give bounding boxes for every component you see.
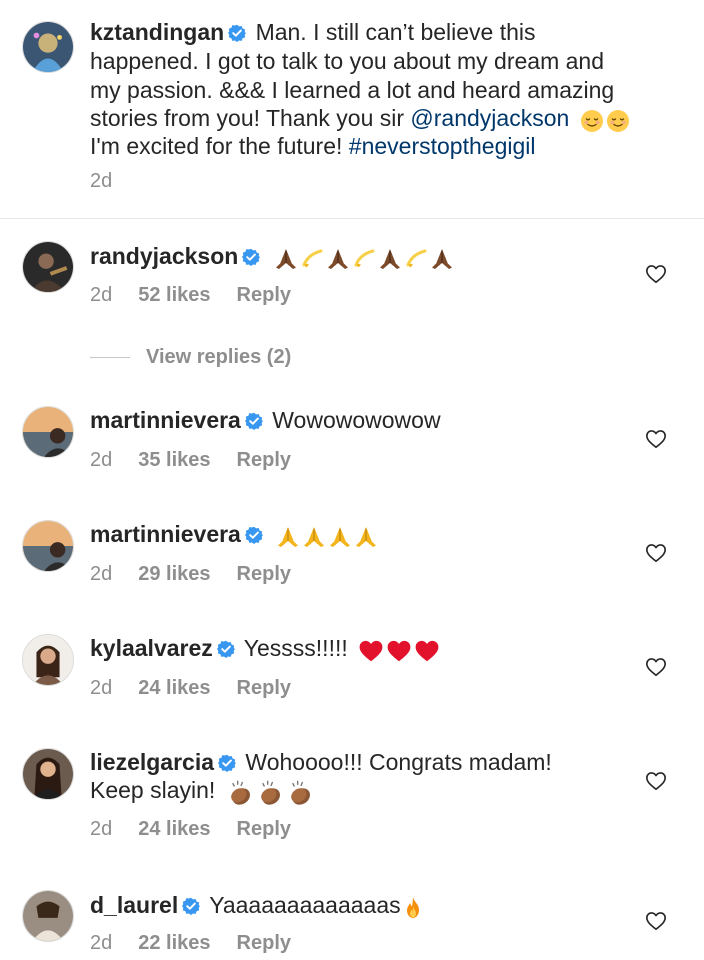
- likes-count[interactable]: 24 likes: [138, 677, 210, 699]
- avatar[interactable]: [22, 241, 74, 293]
- reply-button[interactable]: Reply: [237, 818, 291, 840]
- like-heart-icon[interactable]: [645, 542, 667, 564]
- comment-username[interactable]: martinnievera: [90, 407, 241, 433]
- clap-icon: [256, 779, 284, 807]
- mention-link[interactable]: @randyjackson: [410, 105, 569, 131]
- comment-text: Yaaaaaaaaaaaaas: [209, 892, 401, 918]
- clap-icon: [226, 779, 254, 807]
- comment-username[interactable]: kylaalvarez: [90, 635, 213, 661]
- reply-button[interactable]: Reply: [237, 563, 291, 585]
- reply-button[interactable]: Reply: [237, 932, 291, 954]
- pray-icon: [430, 247, 454, 271]
- likes-count[interactable]: 29 likes: [138, 563, 210, 585]
- dizzy-icon: [404, 247, 428, 271]
- comment-time: 2d: [90, 284, 113, 306]
- likes-count[interactable]: 22 likes: [138, 932, 210, 954]
- verified-badge-icon: [217, 640, 235, 658]
- fire-icon: [401, 896, 425, 920]
- verified-badge-icon: [245, 412, 263, 430]
- reply-button[interactable]: Reply: [237, 449, 291, 471]
- relieved-face-icon: [580, 109, 604, 133]
- pray-icon: [326, 247, 350, 271]
- pray-icon: [378, 247, 402, 271]
- caption-username[interactable]: kztandingan: [90, 19, 224, 45]
- comment-text: Yessss!!!!!: [243, 635, 348, 661]
- comment-time: 2d: [90, 677, 113, 699]
- caption-text-line-3: my passion. &&& I learned a lot and hear…: [90, 77, 615, 103]
- dizzy-icon: [300, 247, 324, 271]
- comment-time: 2d: [90, 818, 113, 840]
- verified-badge-icon: [182, 897, 200, 915]
- hashtag-link[interactable]: #neverstopthegigil: [349, 133, 536, 159]
- comment-text: Wowowowowow: [272, 407, 441, 433]
- pray-icon: [274, 247, 298, 271]
- verified-badge-icon: [242, 248, 260, 266]
- comment-username[interactable]: d_laurel: [90, 892, 178, 918]
- likes-count[interactable]: 35 likes: [138, 449, 210, 471]
- comment-time: 2d: [90, 932, 113, 954]
- clap-icon: [286, 779, 314, 807]
- avatar[interactable]: [22, 21, 74, 73]
- comment-username[interactable]: randyjackson: [90, 243, 238, 269]
- reply-button[interactable]: Reply: [237, 284, 291, 306]
- like-heart-icon[interactable]: [645, 263, 667, 285]
- comment-username[interactable]: liezelgarcia: [90, 749, 214, 775]
- reply-button[interactable]: Reply: [237, 677, 291, 699]
- comment-emojis: [226, 777, 316, 807]
- comment-time: 2d: [90, 449, 113, 471]
- relieved-face-emojis: [580, 105, 632, 134]
- comment-emojis: [358, 635, 442, 664]
- verified-badge-icon: [245, 526, 263, 544]
- comment-time: 2d: [90, 563, 113, 585]
- view-replies-button[interactable]: View replies (2): [146, 346, 291, 369]
- likes-count[interactable]: 52 likes: [138, 284, 210, 306]
- relieved-face-icon: [606, 109, 630, 133]
- caption-text-line-2: happened. I got to talk to you about my …: [90, 48, 605, 74]
- verified-badge-icon: [228, 24, 246, 42]
- red-heart-icon: [386, 638, 412, 664]
- likes-count[interactable]: 24 likes: [138, 818, 210, 840]
- like-heart-icon[interactable]: [645, 656, 667, 678]
- comment-username[interactable]: martinnievera: [90, 521, 241, 547]
- verified-badge-icon: [218, 754, 236, 772]
- divider: [0, 218, 704, 219]
- avatar[interactable]: [22, 748, 74, 800]
- avatar[interactable]: [22, 520, 74, 572]
- avatar[interactable]: [22, 634, 74, 686]
- red-heart-icon: [414, 638, 440, 664]
- comment-emojis: [276, 521, 380, 550]
- comment-text-line-2: Keep slayin!: [90, 777, 216, 803]
- comment-emojis: [401, 892, 427, 921]
- avatar[interactable]: [22, 890, 74, 942]
- caption-text-line-4: stories from you! Thank you sir: [90, 105, 405, 131]
- like-heart-icon[interactable]: [645, 910, 667, 932]
- pray-icon: [276, 525, 300, 549]
- pray-icon: [354, 525, 378, 549]
- pray-icon: [328, 525, 352, 549]
- replies-line: [90, 357, 130, 358]
- pray-icon: [302, 525, 326, 549]
- like-heart-icon[interactable]: [645, 770, 667, 792]
- caption-text-line-1: Man. I still can’t believe this: [255, 19, 536, 45]
- comment-emojis: [274, 243, 456, 272]
- dizzy-icon: [352, 247, 376, 271]
- caption-text-line-5: I'm excited for the future!: [90, 133, 343, 159]
- like-heart-icon[interactable]: [645, 428, 667, 450]
- comment-text: Wohoooo!!! Congrats madam!: [245, 749, 552, 775]
- caption-time: 2d: [90, 170, 113, 192]
- red-heart-icon: [358, 638, 384, 664]
- avatar[interactable]: [22, 406, 74, 458]
